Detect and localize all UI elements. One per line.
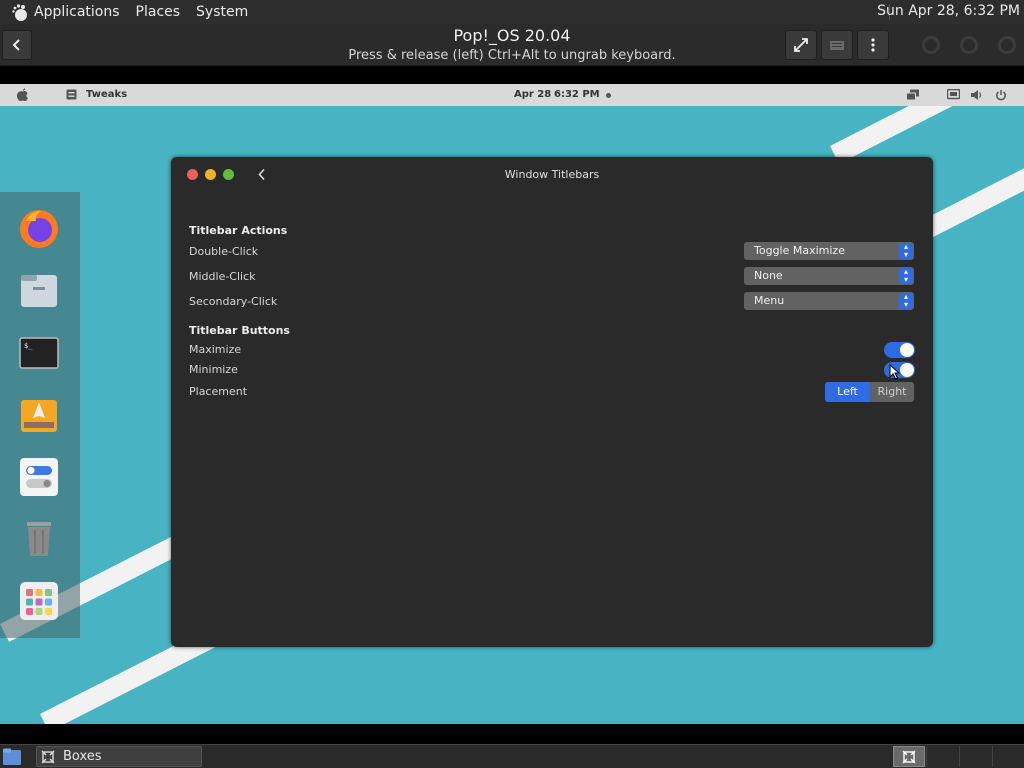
notification-dot-icon xyxy=(606,93,611,98)
guest-date[interactable]: Apr 28 xyxy=(514,89,551,100)
volume-icon[interactable] xyxy=(970,89,983,101)
toggle-knob xyxy=(900,363,914,377)
taskbar-item-label: Boxes xyxy=(63,749,102,764)
system-menu[interactable]: System xyxy=(196,4,248,20)
boxes-app-icon xyxy=(902,750,916,764)
keyboard-icon xyxy=(830,41,844,50)
mouse-pointer-icon xyxy=(889,364,900,380)
vertical-dots-icon xyxy=(871,38,875,52)
keyboard-button[interactable] xyxy=(821,30,853,60)
boxes-app-icon xyxy=(41,750,55,764)
places-menu[interactable]: Places xyxy=(136,4,181,20)
files-folder-icon[interactable] xyxy=(18,269,60,311)
secondary-click-combo[interactable]: Menu ▴ ▾ xyxy=(744,292,914,310)
host-clock[interactable]: Sun Apr 28, 6:32 PM xyxy=(877,3,1020,19)
taskbar-item-boxes[interactable]: Boxes xyxy=(36,746,202,767)
fullscreen-button[interactable] xyxy=(785,30,817,60)
middle-click-value: None xyxy=(754,269,783,282)
tweaks-switches-icon[interactable] xyxy=(18,456,60,498)
secondary-click-value: Menu xyxy=(754,294,785,307)
minimize-label: Minimize xyxy=(189,363,238,376)
titlebar-buttons-heading: Titlebar Buttons xyxy=(189,324,290,337)
properties-menu-button[interactable] xyxy=(857,30,889,60)
close-window-button[interactable] xyxy=(998,36,1016,54)
toggle-knob xyxy=(900,343,914,357)
titlebar-actions-heading: Titlebar Actions xyxy=(189,224,288,237)
secondary-click-label: Secondary-Click xyxy=(189,295,278,308)
workspace-2[interactable] xyxy=(926,746,958,767)
applications-menu[interactable]: Applications xyxy=(34,4,120,20)
installer-icon[interactable] xyxy=(18,394,60,436)
window-titlebar[interactable]: Window Titlebars xyxy=(171,157,933,193)
double-click-combo[interactable]: Toggle Maximize ▴ ▾ xyxy=(744,242,914,260)
workspace-3[interactable] xyxy=(959,746,991,767)
show-desktop-icon[interactable] xyxy=(2,747,22,766)
maximize-toggle[interactable] xyxy=(884,342,915,358)
workspace-1[interactable] xyxy=(893,746,925,767)
minimize-window-button[interactable] xyxy=(922,36,940,54)
up-down-arrows-icon: ▴ ▾ xyxy=(899,268,913,284)
guest-time[interactable]: 6:32 PM xyxy=(554,89,600,100)
fullscreen-icon xyxy=(794,38,808,52)
host-top-panel: Applications Places System Sun Apr 28, 6… xyxy=(0,0,1024,24)
trash-icon[interactable] xyxy=(18,518,60,560)
firefox-icon[interactable] xyxy=(18,207,60,249)
double-click-label: Double-Click xyxy=(189,245,259,258)
network-icon[interactable] xyxy=(947,89,960,101)
svg-text:$_: $_ xyxy=(24,342,33,350)
app-grid-icon[interactable] xyxy=(18,580,60,622)
guest-display[interactable]: Tweaks Apr 28 6:32 PM $_ Window Titlebar… xyxy=(0,84,1024,724)
workspaces-icon[interactable] xyxy=(906,89,920,101)
dock: $_ xyxy=(0,192,80,638)
power-icon[interactable] xyxy=(995,89,1007,101)
maximize-window-button[interactable] xyxy=(960,36,978,54)
active-app-name[interactable]: Tweaks xyxy=(86,89,127,100)
window-title: Window Titlebars xyxy=(504,168,600,181)
apple-logo-icon[interactable] xyxy=(16,88,29,102)
placement-label: Placement xyxy=(189,385,248,398)
placement-right-button[interactable]: Right xyxy=(870,382,914,402)
middle-click-label: Middle-Click xyxy=(189,270,256,283)
up-down-arrows-icon: ▴ ▾ xyxy=(899,293,913,309)
guest-top-panel: Tweaks Apr 28 6:32 PM xyxy=(0,84,1024,106)
boxes-header-bar: Pop!_OS 20.04 Press & release (left) Ctr… xyxy=(0,24,1024,66)
workspace-4[interactable] xyxy=(992,746,1024,767)
host-bottom-taskbar: Boxes xyxy=(0,744,1024,768)
placement-left-button[interactable]: Left xyxy=(825,382,870,402)
double-click-value: Toggle Maximize xyxy=(754,244,845,257)
middle-click-combo[interactable]: None ▴ ▾ xyxy=(744,267,914,285)
up-down-arrows-icon: ▴ ▾ xyxy=(899,243,913,259)
tweaks-app-icon xyxy=(66,89,77,100)
maximize-label: Maximize xyxy=(189,343,242,356)
tweaks-window: Window Titlebars Titlebar Actions Double… xyxy=(171,157,933,647)
terminal-icon[interactable]: $_ xyxy=(18,332,60,374)
gnome-foot-icon[interactable] xyxy=(10,2,30,22)
